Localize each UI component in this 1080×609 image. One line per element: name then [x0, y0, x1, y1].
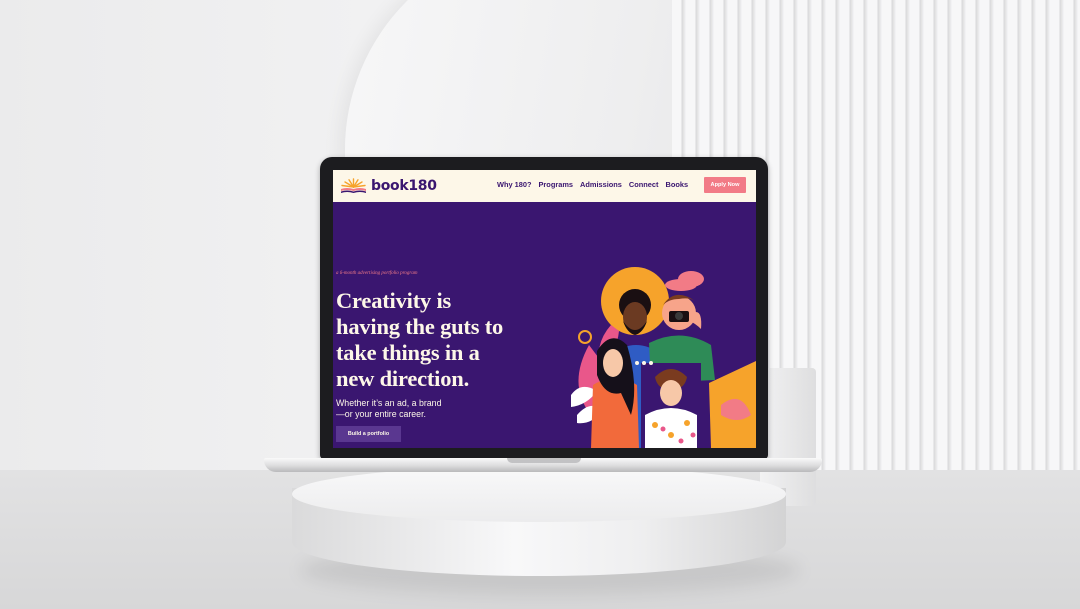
subtext-line: Whether it’s an ad, a brand [336, 398, 442, 408]
nav-books[interactable]: Books [665, 180, 688, 189]
headline-line: having the guts to [336, 314, 504, 339]
headline-line: new direction. [336, 366, 470, 391]
sunrise-logo-icon [341, 178, 366, 193]
hero-subtext: Whether it’s an ad, a brand —or your ent… [336, 398, 486, 420]
hero-kicker: a 6-month advertising portfolio program [336, 271, 418, 276]
hero-illustration [571, 267, 756, 448]
logo-wordmark: book180 [371, 178, 437, 194]
main-nav: Why 180? Programs Admissions Connect Boo… [497, 180, 688, 189]
nav-programs[interactable]: Programs [539, 180, 574, 189]
nav-admissions[interactable]: Admissions [580, 180, 622, 189]
build-portfolio-button[interactable]: Build a portfolio [336, 426, 401, 442]
laptop-notch [507, 458, 581, 463]
site-header: book180 Why 180? Programs Admissions Con… [333, 170, 756, 202]
hero-headline: Creativity is having the guts to take th… [336, 288, 558, 392]
headline-line: Creativity is [336, 288, 452, 313]
nav-why-180[interactable]: Why 180? [497, 180, 532, 189]
site-logo[interactable]: book180 [340, 175, 437, 197]
subtext-line: —or your entire career. [336, 409, 426, 419]
headline-line: take things in a [336, 340, 480, 365]
nav-connect[interactable]: Connect [629, 180, 659, 189]
laptop-screen: book180 Why 180? Programs Admissions Con… [333, 170, 756, 448]
apply-now-button[interactable]: Apply Now [704, 177, 746, 193]
pedestal-top [292, 466, 786, 522]
